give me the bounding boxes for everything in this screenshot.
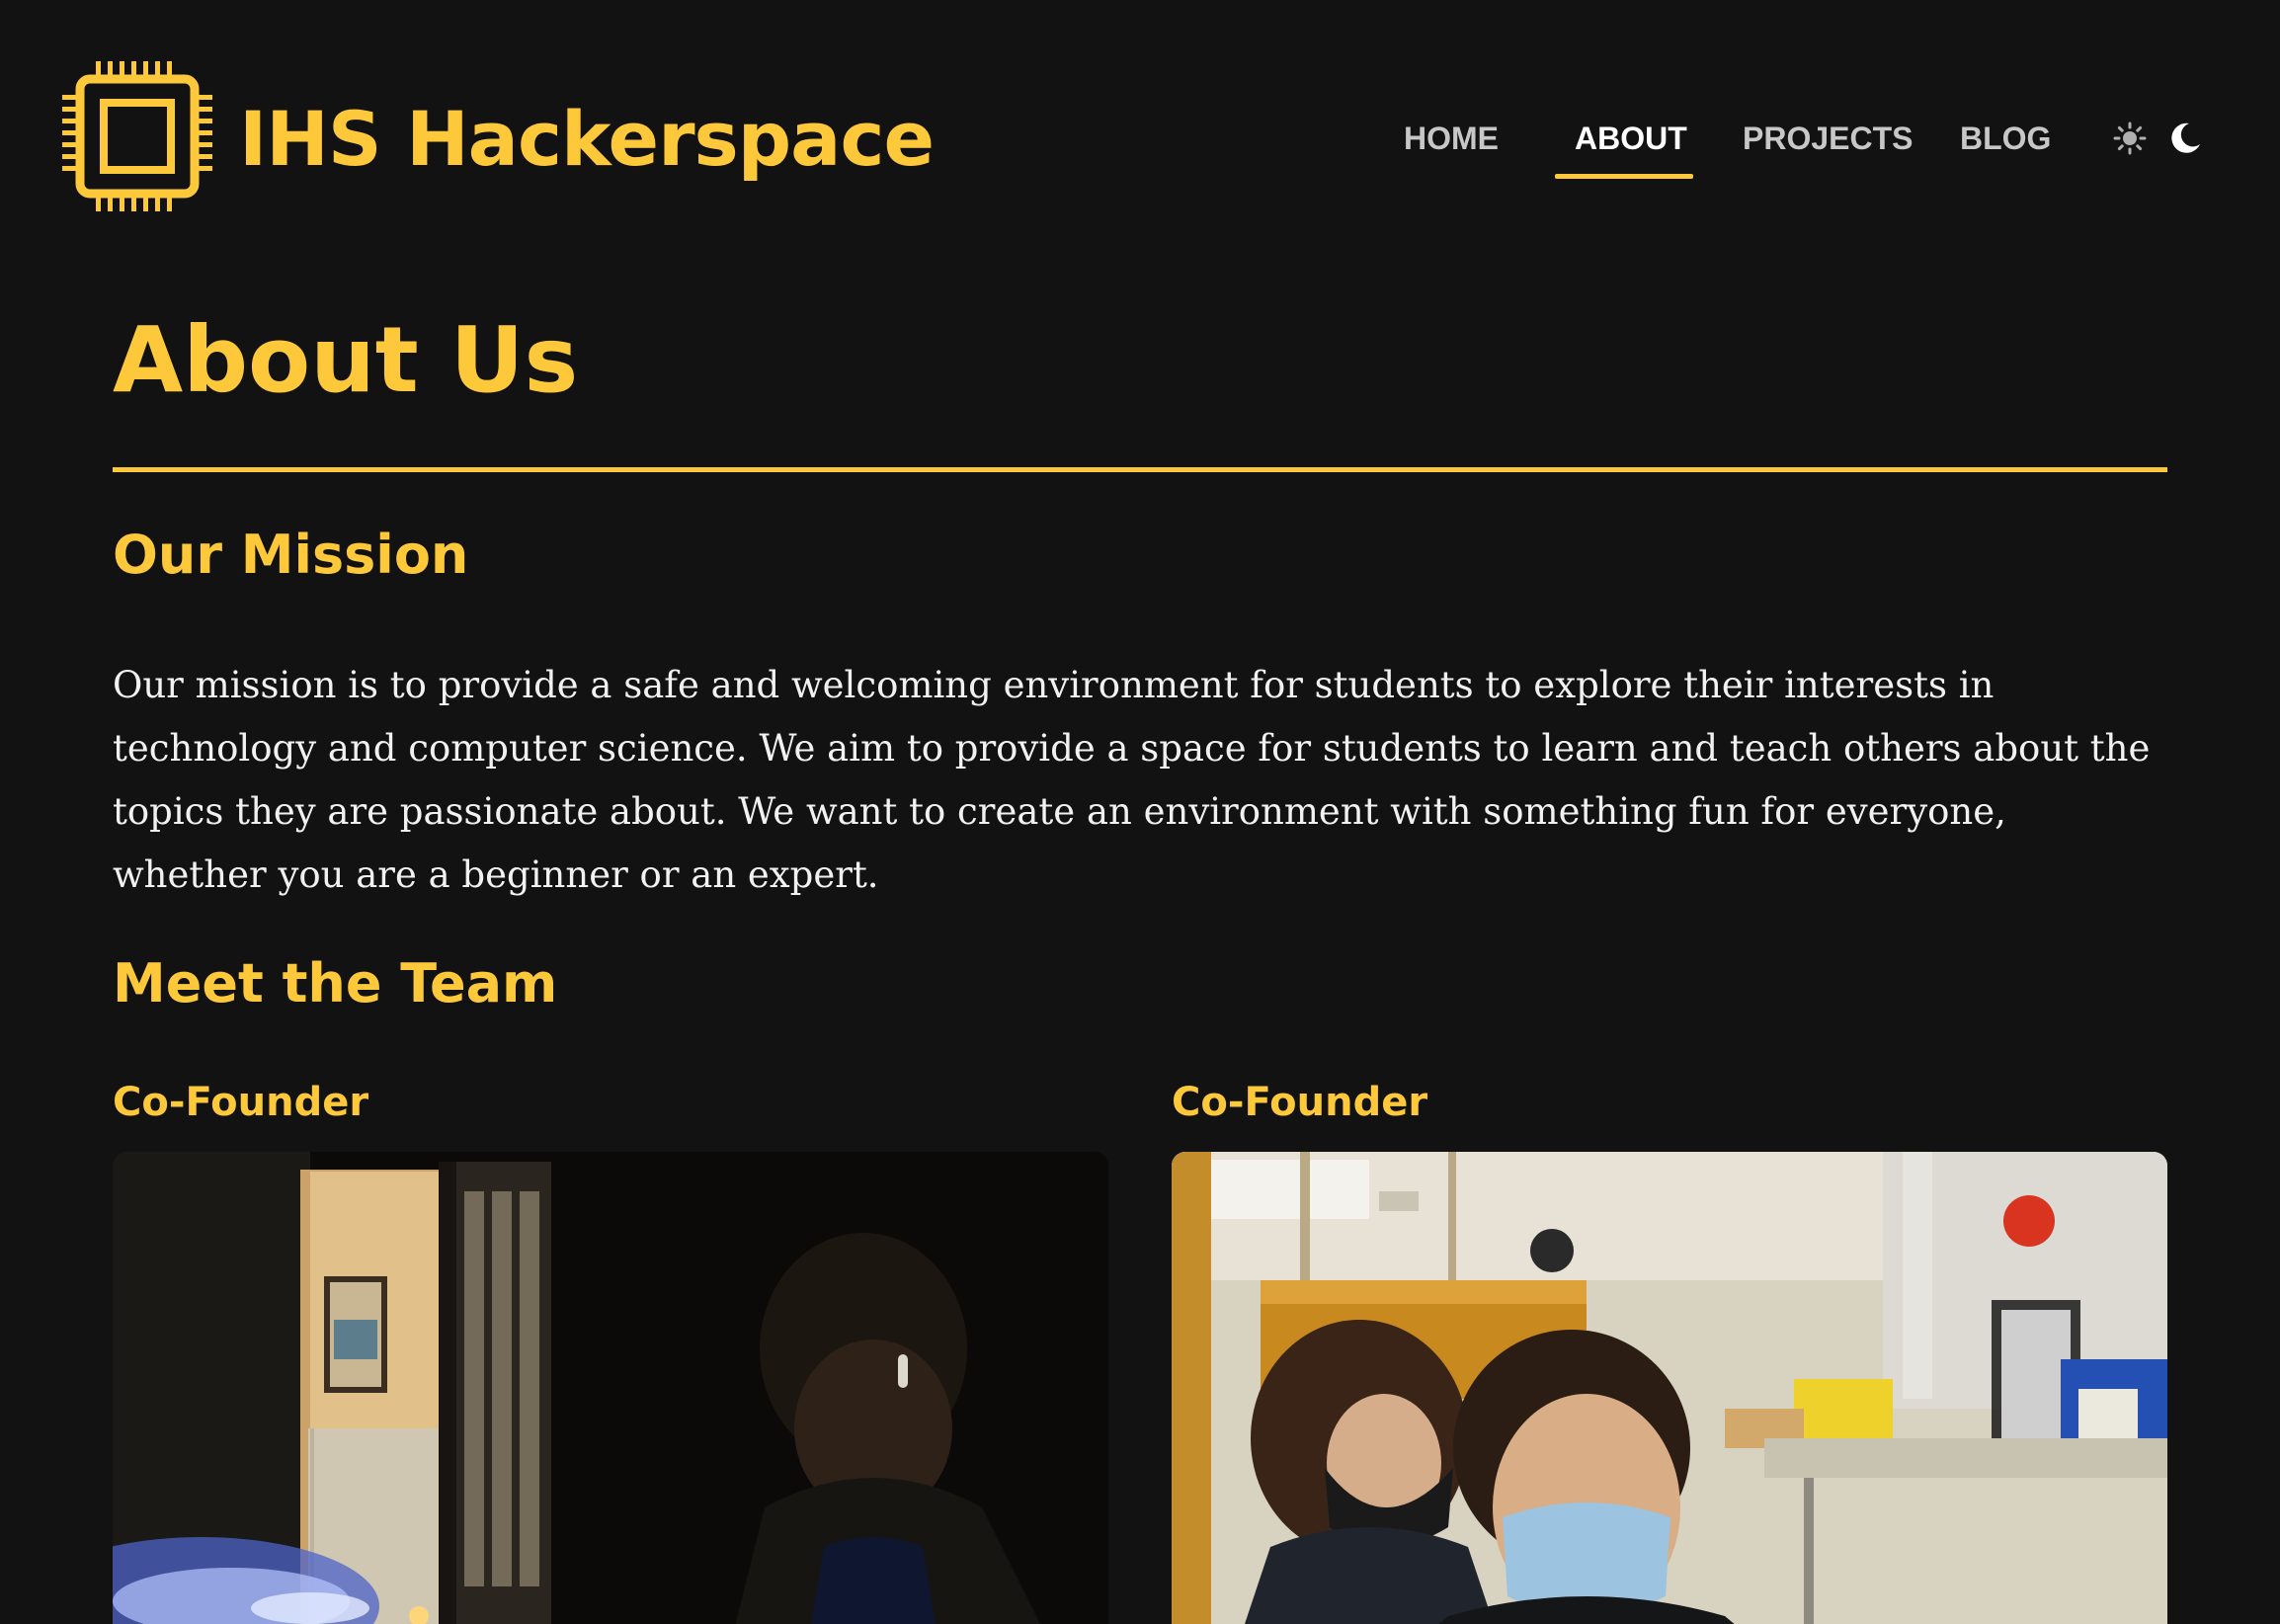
site-header: IHS Hackerspace HOME ABOUT PROJECTS BLOG bbox=[0, 0, 2280, 211]
nav-home[interactable]: HOME bbox=[1404, 111, 1499, 166]
nav-projects[interactable]: PROJECTS bbox=[1743, 111, 1913, 166]
page-title: About Us bbox=[113, 307, 579, 413]
nav-about[interactable]: ABOUT bbox=[1575, 111, 1687, 166]
member-role: Co-Founder bbox=[113, 1080, 369, 1125]
member-photo bbox=[113, 1152, 1108, 1624]
active-nav-indicator bbox=[1555, 174, 1693, 179]
member-photo-image bbox=[1172, 1152, 2167, 1624]
member-role: Co-Founder bbox=[1172, 1080, 1428, 1125]
main-nav: HOME ABOUT PROJECTS BLOG bbox=[0, 111, 2280, 190]
mission-paragraph: Our mission is to provide a safe and wel… bbox=[113, 664, 2151, 896]
sun-icon bbox=[2113, 122, 2147, 155]
title-divider bbox=[113, 467, 2167, 472]
dark-theme-button[interactable] bbox=[2163, 117, 2207, 160]
team-heading: Meet the Team bbox=[113, 952, 558, 1015]
member-photo-image bbox=[113, 1152, 1108, 1624]
member-photo bbox=[1172, 1152, 2167, 1624]
mission-heading: Our Mission bbox=[113, 524, 469, 586]
moon-icon bbox=[2171, 122, 2200, 153]
nav-blog[interactable]: BLOG bbox=[1960, 111, 2051, 166]
light-theme-button[interactable] bbox=[2108, 117, 2152, 160]
